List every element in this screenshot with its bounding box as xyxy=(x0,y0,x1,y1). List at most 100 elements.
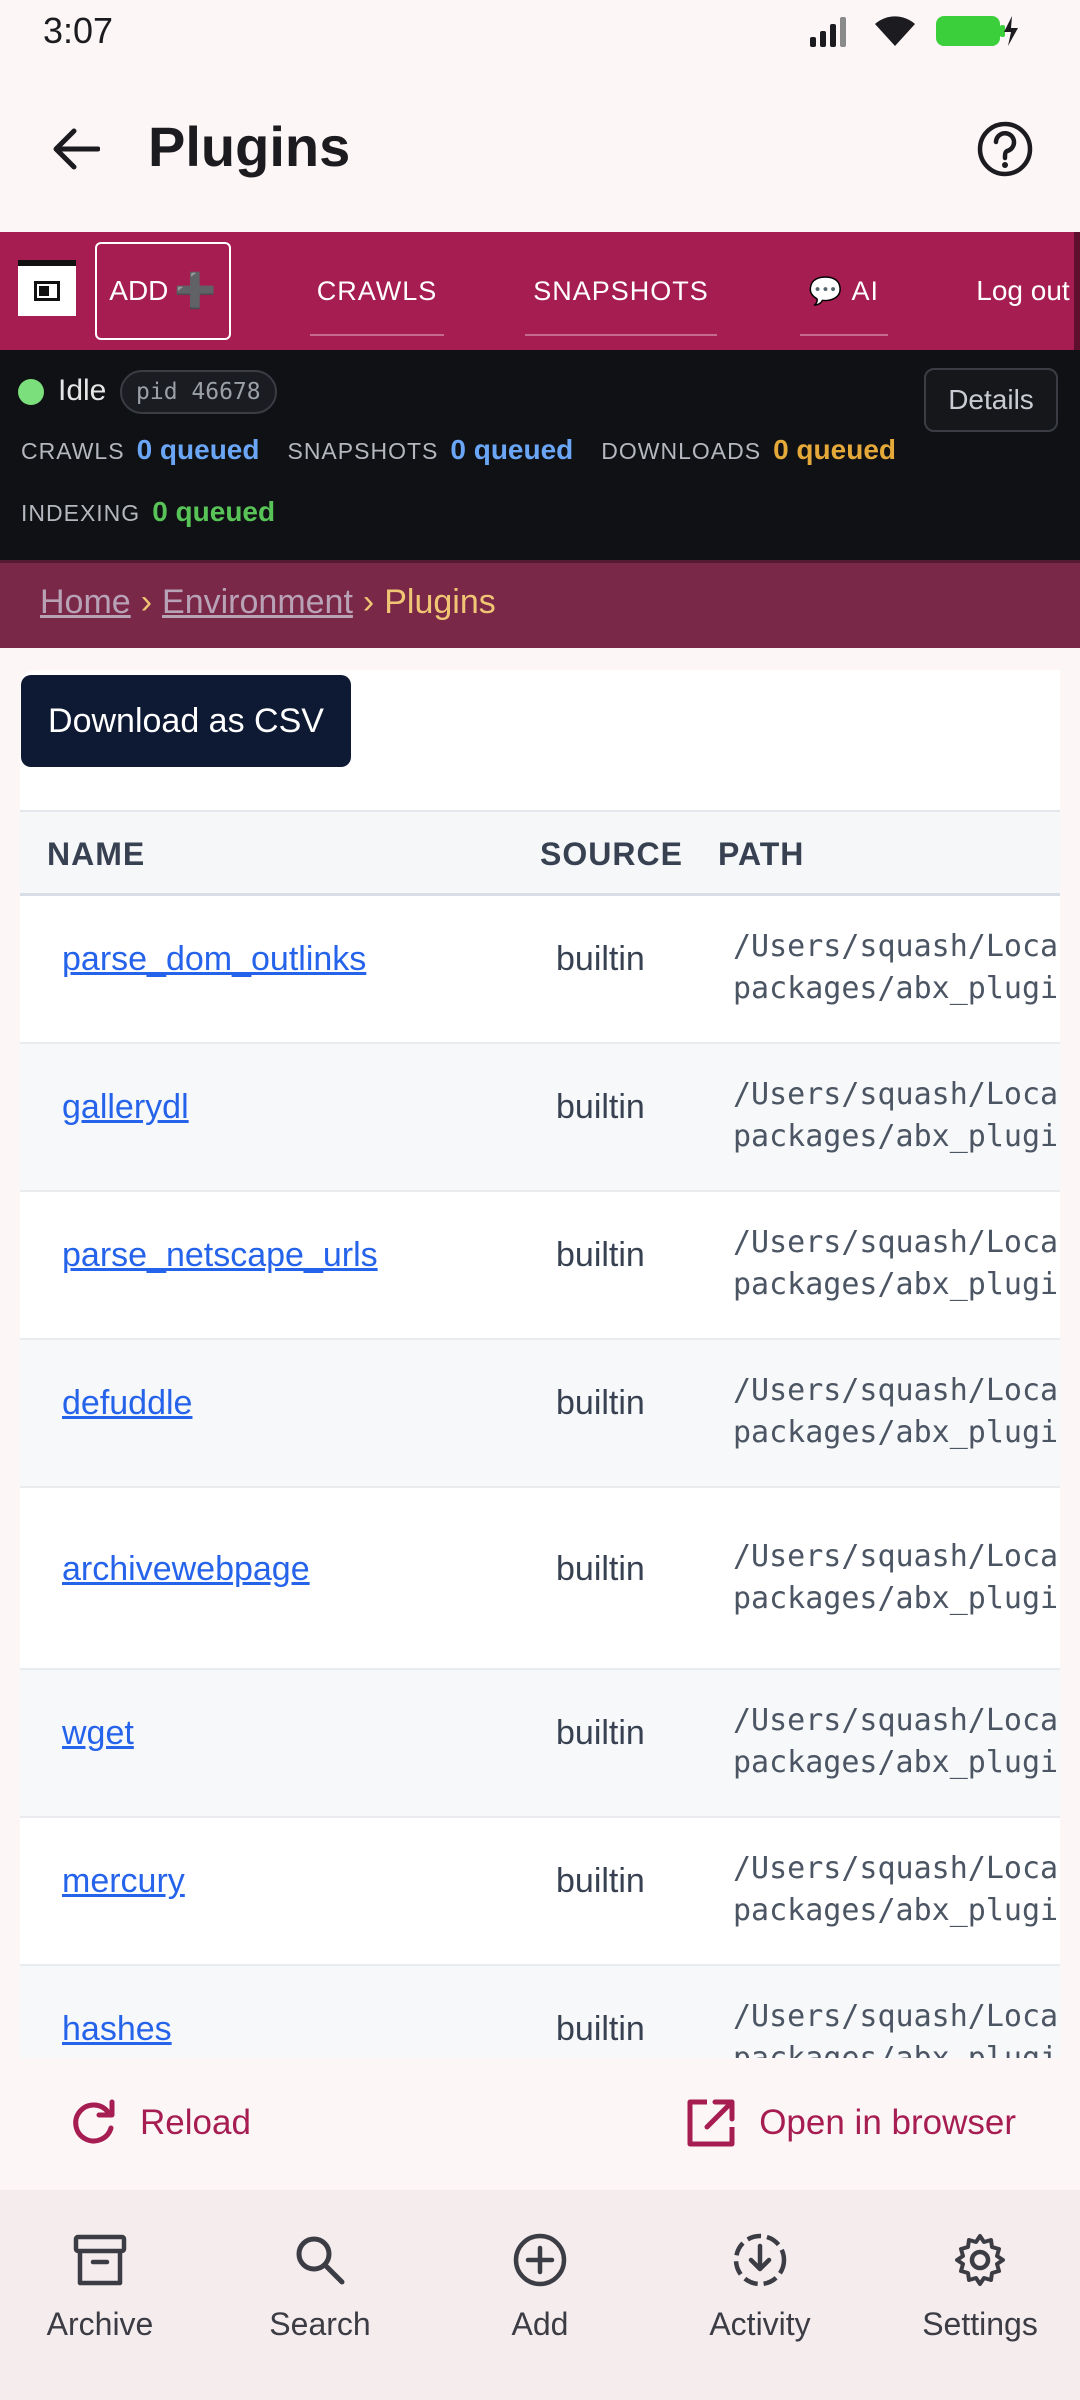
bottom-nav-settings[interactable]: Settings xyxy=(880,2232,1080,2343)
table-row: defuddle builtin /Users/squash/Local pac… xyxy=(20,1340,1060,1488)
plugin-path-line: /Users/squash/Local xyxy=(733,1703,1060,1738)
nav-underline xyxy=(525,334,717,336)
help-button[interactable] xyxy=(970,114,1040,184)
reload-button[interactable]: Reload xyxy=(68,2088,251,2158)
queue-row-2: INDEXING 0 queued xyxy=(21,496,303,528)
status-icons xyxy=(808,12,1020,48)
bottom-nav-add[interactable]: Add xyxy=(440,2232,640,2343)
nav-crawls-link[interactable]: CRAWLS xyxy=(310,232,444,350)
plugin-path: /Users/squash/Local packages/abx_plugin xyxy=(733,1222,1060,1306)
downloads-queue-value: 0 queued xyxy=(773,434,896,465)
table-row: mercury builtin /Users/squash/Local pack… xyxy=(20,1818,1060,1966)
logout-label: Log out xyxy=(976,275,1070,306)
plugin-name-link[interactable]: hashes xyxy=(62,2010,172,2049)
archive-logo-icon xyxy=(34,281,60,301)
crawls-queue-label: CRAWLS xyxy=(21,438,125,464)
breadcrumb-current: Plugins xyxy=(384,583,496,621)
download-progress-icon xyxy=(733,2233,787,2287)
speech-bubble-icon: 💬 xyxy=(808,276,844,306)
add-circle-icon xyxy=(513,2233,567,2287)
snapshots-queue-value: 0 queued xyxy=(450,434,574,465)
signal-icon xyxy=(810,17,846,47)
download-csv-button[interactable]: Download as CSV xyxy=(21,675,351,767)
plugin-path: /Users/squash/Local packages/abx_plugin xyxy=(733,926,1060,1010)
table-row: archivewebpage builtin /Users/squash/Loc… xyxy=(20,1488,1060,1670)
column-header-name[interactable]: NAME xyxy=(47,836,145,873)
plugin-rows: parse_dom_outlinks builtin /Users/squash… xyxy=(20,896,1060,2058)
status-bar: 3:07 xyxy=(0,0,1080,62)
plugin-source: builtin xyxy=(556,2010,645,2048)
plugin-name-link[interactable]: archivewebpage xyxy=(62,1550,310,1589)
add-nav-label: ADD xyxy=(109,275,169,306)
open-in-browser-button[interactable]: Open in browser xyxy=(685,2088,1016,2158)
bottom-nav-activity[interactable]: Activity xyxy=(660,2232,860,2343)
plus-icon: ➕ xyxy=(174,272,217,310)
plugin-path: /Users/squash/Local packages/abx_plugin xyxy=(733,1536,1060,1620)
plugin-source: builtin xyxy=(556,1862,645,1900)
plugin-path-line: /Users/squash/Local xyxy=(733,929,1060,964)
breadcrumb-separator: › xyxy=(362,583,375,621)
plugin-source: builtin xyxy=(556,1384,645,1422)
bottom-nav-add-label: Add xyxy=(511,2306,569,2342)
nav-underline xyxy=(310,334,444,336)
add-nav-button[interactable]: ADD ➕ xyxy=(95,242,231,340)
content-area[interactable]: Download as CSV NAME SOURCE PATH parse_d… xyxy=(0,648,1080,2058)
plugin-path: /Users/squash/Local packages/abx_plugin xyxy=(733,1074,1060,1158)
crawls-queue-value: 0 queued xyxy=(136,434,260,465)
plugin-name-link[interactable]: parse_dom_outlinks xyxy=(62,940,366,979)
action-bar: Reload Open in browser xyxy=(0,2058,1080,2190)
table-row: hashes builtin /Users/squash/Local packa… xyxy=(20,1966,1060,2058)
bottom-nav: Archive Search Add Activity Settings xyxy=(0,2190,1080,2400)
plugin-name-link[interactable]: mercury xyxy=(62,1862,185,1901)
column-header-source[interactable]: SOURCE xyxy=(540,836,683,873)
page-title: Plugins xyxy=(148,115,351,178)
bottom-nav-settings-label: Settings xyxy=(922,2306,1038,2342)
reload-label: Reload xyxy=(140,2103,251,2142)
plugin-path-line: packages/abx_plugin xyxy=(733,1267,1060,1302)
queue-row-1: CRAWLS 0 queued SNAPSHOTS 0 queued DOWNL… xyxy=(21,434,924,466)
table-row: parse_netscape_urls builtin /Users/squas… xyxy=(20,1192,1060,1340)
plugin-name-link[interactable]: defuddle xyxy=(62,1384,192,1423)
plugin-path: /Users/squash/Local packages/abx_plugin xyxy=(733,1996,1060,2058)
breadcrumb-environment[interactable]: Environment xyxy=(162,583,353,622)
plugin-source: builtin xyxy=(556,940,645,978)
plugin-path-line: /Users/squash/Local xyxy=(733,1373,1060,1408)
plugin-path-line: packages/abx_plugin xyxy=(733,1745,1060,1780)
plugin-name-link[interactable]: parse_netscape_urls xyxy=(62,1236,378,1275)
nav-snapshots-link[interactable]: SNAPSHOTS xyxy=(525,232,717,350)
back-button[interactable] xyxy=(40,114,110,184)
app-bar: Plugins xyxy=(0,62,1080,232)
plugin-path: /Users/squash/Local packages/abx_plugin xyxy=(733,1700,1060,1784)
details-button[interactable]: Details xyxy=(924,368,1058,432)
snapshots-queue-label: SNAPSHOTS xyxy=(287,438,439,464)
archive-icon xyxy=(73,2234,127,2286)
nav-crawls-label: CRAWLS xyxy=(316,275,438,306)
logout-link[interactable]: Log out xyxy=(966,232,1080,350)
plugin-path-line: /Users/squash/Local xyxy=(733,1539,1060,1574)
refresh-icon xyxy=(73,2099,115,2144)
plugin-source: builtin xyxy=(556,1714,645,1752)
plugin-path-line: packages/abx_plugin xyxy=(733,2041,1060,2058)
web-nav: ADD ➕ CRAWLS SNAPSHOTS 💬 AI Log out xyxy=(0,232,1080,350)
status-state: Idle xyxy=(58,374,107,407)
bottom-nav-search[interactable]: Search xyxy=(220,2232,420,2343)
open-in-browser-label: Open in browser xyxy=(759,2103,1016,2142)
wifi-icon xyxy=(875,16,915,46)
help-icon xyxy=(977,121,1033,177)
plugin-name-link[interactable]: gallerydl xyxy=(62,1088,189,1127)
nav-snapshots-label: SNAPSHOTS xyxy=(533,275,709,306)
column-header-path[interactable]: PATH xyxy=(718,836,804,873)
plugin-path-line: packages/abx_plugin xyxy=(733,1581,1060,1616)
arrow-back-icon xyxy=(53,128,100,170)
plugin-name-link[interactable]: wget xyxy=(62,1714,134,1753)
plugin-path: /Users/squash/Local packages/abx_plugin xyxy=(733,1370,1060,1454)
plugin-path-line: packages/abx_plugin xyxy=(733,1893,1060,1928)
archivebox-logo[interactable] xyxy=(18,260,76,316)
breadcrumb-home[interactable]: Home xyxy=(40,583,131,622)
nav-ai-link[interactable]: 💬 AI xyxy=(800,232,888,350)
bottom-nav-archive[interactable]: Archive xyxy=(0,2232,200,2343)
search-icon xyxy=(296,2236,345,2285)
battery-icon xyxy=(936,16,1018,46)
plugin-source: builtin xyxy=(556,1550,645,1588)
plugin-path-line: /Users/squash/Local xyxy=(733,1851,1060,1886)
